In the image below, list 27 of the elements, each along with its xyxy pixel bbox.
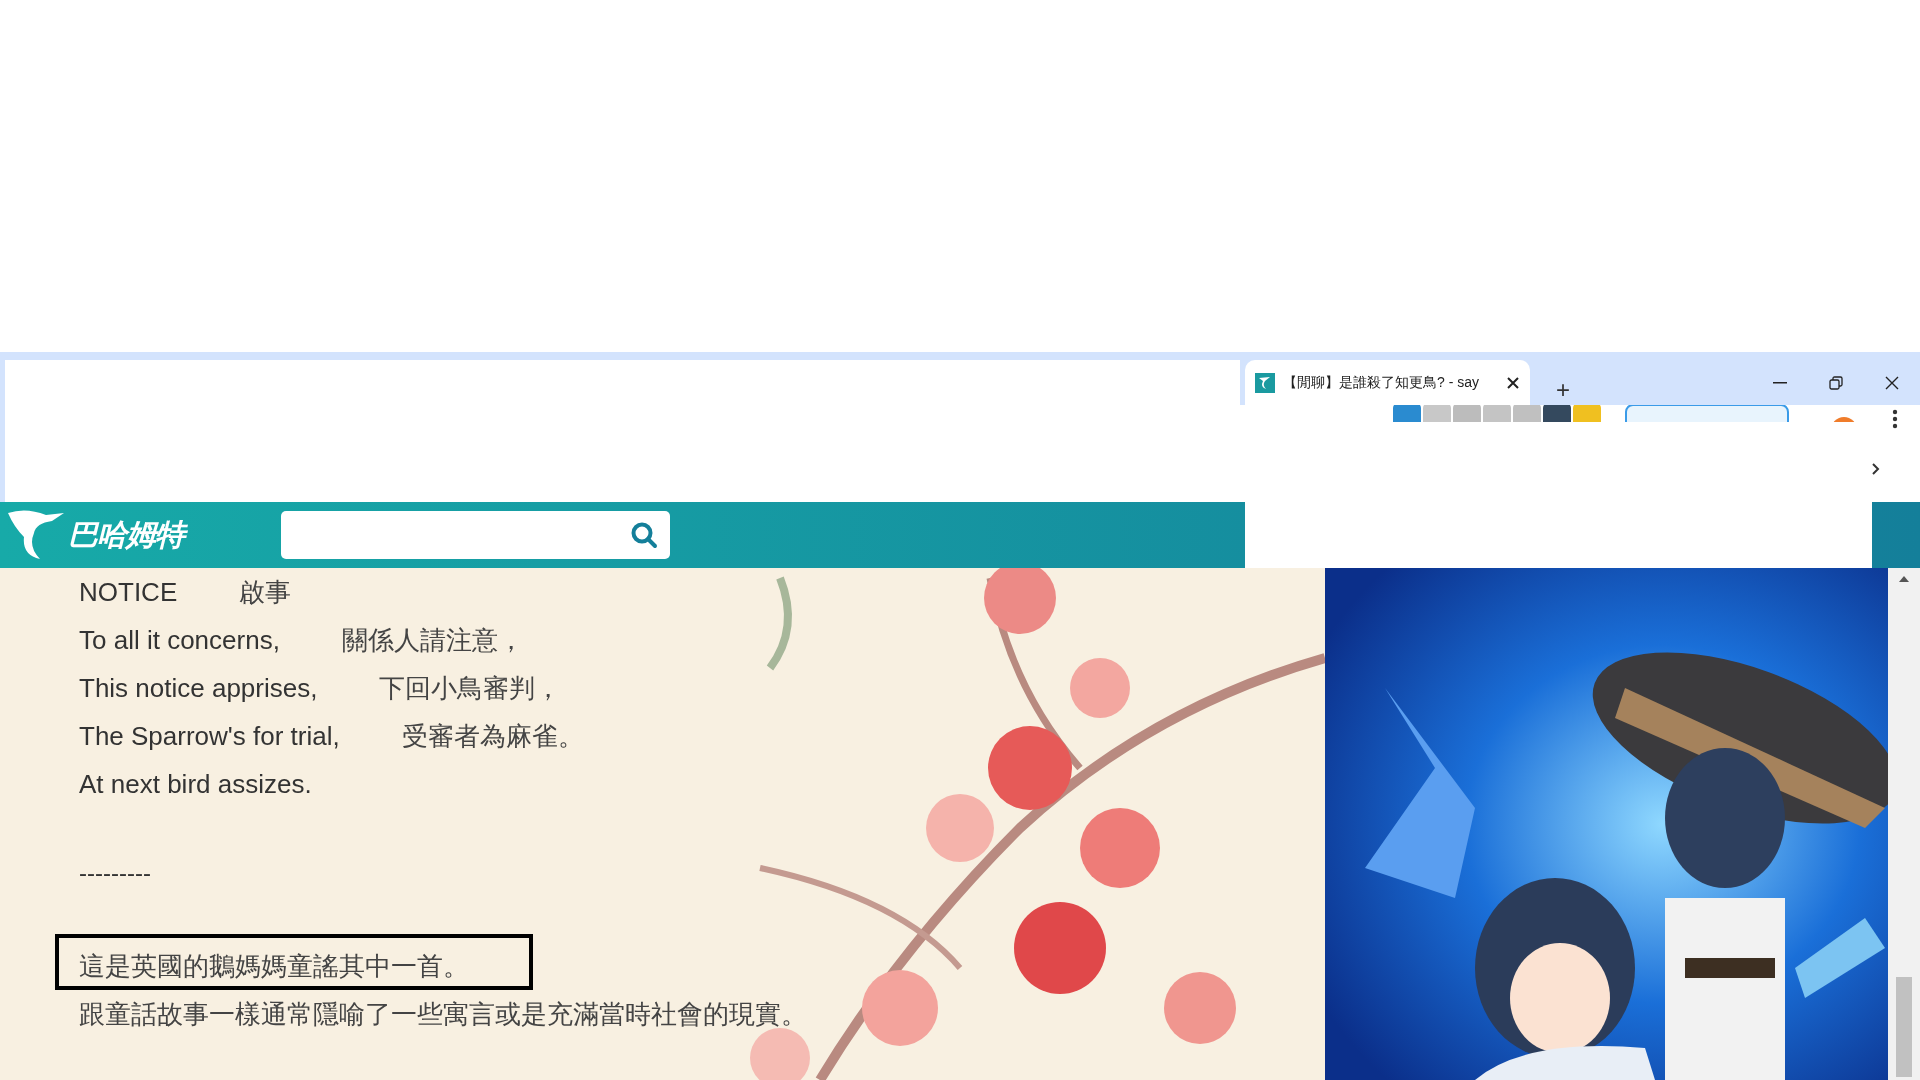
poem-translation: 啟事 [239, 575, 292, 609]
poem-line: At next bird assizes. [79, 768, 312, 800]
divider-text: --------- [79, 858, 151, 888]
new-tab-button[interactable]: + [1548, 375, 1578, 405]
poem-line: The Sparrow's for trial, [79, 720, 340, 752]
search-field[interactable] [281, 511, 670, 559]
close-tab-icon[interactable] [1506, 375, 1520, 390]
poem-translation: 關係人請注意， [341, 623, 524, 657]
restore-icon [1829, 375, 1843, 390]
boxed-paragraph: 這是英國的鵝媽媽童謠其中一首。 [55, 934, 533, 990]
chevron-right-icon[interactable] [1872, 463, 1880, 475]
scrollbar[interactable] [1888, 568, 1920, 1080]
minimize-icon [1773, 381, 1787, 384]
poem-line: This notice apprises, [79, 672, 318, 704]
close-icon [1884, 374, 1900, 391]
poem-line: To all it concerns, [79, 624, 280, 656]
poem-translation: 受審者為麻雀。 [401, 719, 584, 753]
tab-title: 【閒聊】是誰殺了知更鳥? - say [1283, 373, 1480, 392]
search-icon[interactable] [630, 521, 658, 549]
scroll-thumb[interactable] [1896, 977, 1912, 1077]
menu-icon[interactable] [1892, 409, 1898, 429]
poem-translation: 下回小鳥審判， [379, 671, 562, 705]
browser-tab[interactable]: 【閒聊】是誰殺了知更鳥? - say [1245, 360, 1530, 405]
paragraph: 跟童話故事一樣通常隱喻了一些寓言或是充滿當時社會的現實。 [79, 998, 807, 1031]
site-favicon-icon [1255, 372, 1275, 393]
poem-line: NOTICE [79, 576, 178, 608]
scroll-up-icon[interactable] [1899, 576, 1909, 582]
